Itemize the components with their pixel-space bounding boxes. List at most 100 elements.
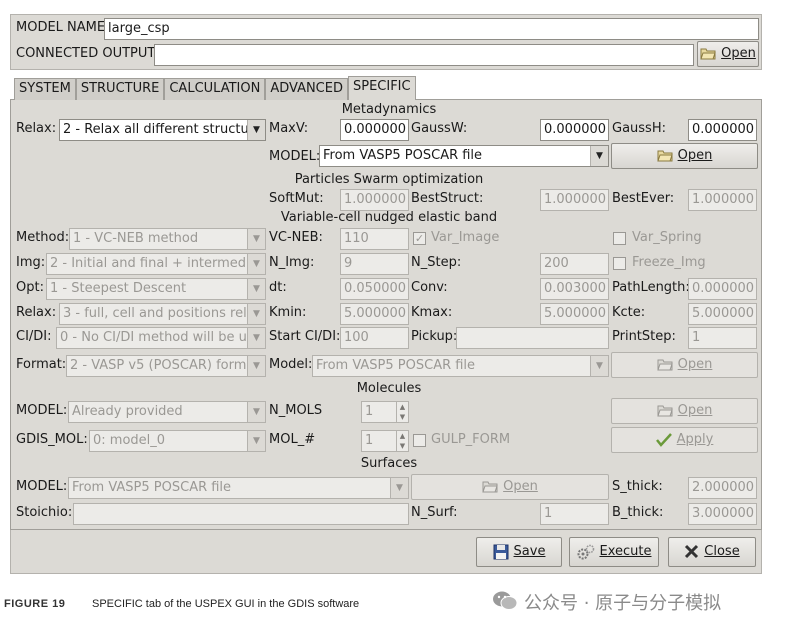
figure-number: FIGURE 19 — [4, 598, 66, 610]
tab-advanced[interactable]: ADVANCED — [265, 78, 348, 100]
bestever-label: BestEver: — [612, 191, 675, 206]
folder-open-icon — [482, 481, 498, 493]
pathlength-input[interactable]: 0.000000 — [688, 278, 757, 300]
nimg-input[interactable]: 9 — [340, 253, 409, 275]
nsurf-label: N_Surf: — [411, 505, 458, 520]
mol-num-spinner[interactable]: 1 ▲ ▼ — [361, 430, 409, 452]
surf-model-label: MODEL: — [16, 479, 68, 494]
gdis-mol-label: GDIS_MOL: — [16, 432, 88, 447]
start-cidi-input[interactable]: 100 — [340, 327, 409, 349]
bestever-input[interactable]: 1.000000 — [688, 189, 757, 211]
figure-caption: SPECIFIC tab of the USPEX GUI in the GDI… — [92, 598, 360, 610]
opt-label: Opt: — [16, 280, 44, 295]
opt-select[interactable]: 1 - Steepest Descent ▼ — [46, 278, 266, 300]
gulp-form-checkbox[interactable] — [413, 434, 426, 447]
chevron-down-icon: ▼ — [247, 356, 265, 376]
beststruct-label: BestStruct: — [411, 191, 484, 206]
tab-structure[interactable]: STRUCTURE — [75, 78, 165, 100]
apply-button[interactable]: Apply — [611, 427, 758, 453]
vcneb-label: VC-NEB: — [269, 230, 323, 245]
gaussh-label: GaussH: — [612, 121, 666, 136]
kmin-input[interactable]: 5.000000 — [340, 303, 409, 325]
stoichio-label: Stoichio: — [16, 505, 73, 520]
freeze-img-checkbox[interactable] — [613, 257, 626, 270]
softmut-input[interactable]: 1.000000 — [340, 189, 409, 211]
stoichio-input[interactable] — [73, 503, 409, 525]
model-name-input[interactable]: large_csp — [104, 18, 759, 40]
meta-relax-select[interactable]: 2 - Relax all different structures ▼ — [59, 119, 266, 141]
chevron-down-icon: ▼ — [247, 431, 265, 451]
connected-output-input[interactable] — [154, 44, 694, 66]
vcneb-heading: Variable-cell nudged elastic band — [280, 210, 498, 225]
var-spring-label: Var_Spring — [632, 230, 702, 245]
gaussh-input[interactable]: 0.000000 — [688, 119, 757, 141]
printstep-input[interactable]: 1 — [688, 327, 757, 349]
conv-input[interactable]: 0.003000 — [540, 278, 609, 300]
kcte-input[interactable]: 5.000000 — [688, 303, 757, 325]
neb-model-select[interactable]: From VASP5 POSCAR file ▼ — [312, 355, 609, 377]
spin-arrows-icon: ▲ ▼ — [396, 431, 408, 451]
cidi-label: CI/DI: — [16, 329, 52, 344]
save-button[interactable]: Save — [476, 537, 562, 567]
nmols-spinner[interactable]: 1 ▲ ▼ — [361, 401, 409, 423]
vcneb-input[interactable]: 110 — [340, 228, 409, 250]
connected-output-label: CONNECTED OUTPUT — [16, 46, 156, 61]
dt-input[interactable]: 0.050000 — [340, 278, 409, 300]
nsurf-input[interactable]: 1 — [540, 503, 609, 525]
tab-specific[interactable]: SPECIFIC — [347, 76, 416, 100]
neb-open-button[interactable]: Open — [611, 352, 758, 378]
meta-open-button[interactable]: Open — [611, 143, 758, 169]
watermark-text: 公众号 · 原子与分子模拟 — [524, 593, 722, 614]
method-select[interactable]: 1 - VC-NEB method ▼ — [69, 228, 266, 250]
img-select[interactable]: 2 - Initial and final + intermediate ▼ — [46, 253, 266, 275]
mol-open-button[interactable]: Open — [611, 398, 758, 424]
gdis-mol-select[interactable]: 0: model_0 ▼ — [89, 430, 266, 452]
surf-model-select[interactable]: From VASP5 POSCAR file ▼ — [68, 477, 409, 499]
meta-model-label: MODEL: — [269, 149, 321, 164]
chevron-down-icon: ▼ — [247, 120, 265, 140]
kmin-label: Kmin: — [269, 305, 307, 320]
neb-relax-select[interactable]: 3 - full, cell and positions relaxed ▼ — [59, 303, 266, 325]
surf-open-button[interactable]: Open — [411, 474, 609, 500]
chevron-down-icon: ▼ — [247, 279, 265, 299]
tab-system[interactable]: SYSTEM — [14, 78, 76, 100]
checkmark-icon — [655, 432, 672, 447]
beststruct-input[interactable]: 1.000000 — [540, 189, 609, 211]
cidi-select[interactable]: 0 - No CI/DI method will be used ▼ — [56, 327, 266, 349]
open-label: Open — [721, 46, 756, 61]
chevron-down-icon: ▼ — [247, 254, 265, 274]
sthick-input[interactable]: 2.000000 — [688, 477, 757, 499]
nimg-label: N_Img: — [269, 255, 315, 270]
dt-label: dt: — [269, 280, 287, 295]
tab-calculation[interactable]: CALCULATION — [164, 78, 266, 100]
mol-model-select[interactable]: Already provided ▼ — [68, 401, 266, 423]
var-image-checkbox[interactable]: ✓ — [413, 232, 426, 245]
maxv-label: MaxV: — [269, 121, 309, 136]
meta-relax-label: Relax: — [16, 121, 57, 136]
gaussw-input[interactable]: 0.000000 — [540, 119, 609, 141]
maxv-input[interactable]: 0.000000 — [340, 119, 409, 141]
pathlength-label: PathLength: — [612, 280, 690, 295]
bthick-input[interactable]: 3.000000 — [688, 503, 757, 525]
softmut-label: SoftMut: — [269, 191, 324, 206]
var-spring-checkbox[interactable] — [613, 232, 626, 245]
molecules-heading: Molecules — [356, 381, 422, 396]
neb-model-label: Model: — [269, 357, 313, 372]
folder-open-icon — [656, 150, 673, 162]
format-select[interactable]: 2 - VASP v5 (POSCAR) format ▼ — [66, 355, 266, 377]
start-cidi-label: Start CI/DI: — [269, 329, 341, 344]
neb-relax-label: Relax: — [16, 305, 57, 320]
kmax-input[interactable]: 5.000000 — [540, 303, 609, 325]
pickup-input[interactable] — [456, 327, 609, 349]
meta-model-select[interactable]: From VASP5 POSCAR file ▼ — [319, 145, 609, 167]
sthick-label: S_thick: — [612, 479, 663, 494]
folder-open-icon — [700, 48, 716, 60]
close-button[interactable]: Close — [668, 537, 756, 567]
connected-output-open-button[interactable]: Open — [697, 41, 759, 67]
spin-arrows-icon: ▲ ▼ — [396, 402, 408, 422]
chevron-down-icon: ▼ — [247, 229, 265, 249]
chevron-down-icon: ▼ — [590, 356, 608, 376]
model-name-label: MODEL NAME — [16, 20, 106, 35]
execute-button[interactable]: Execute — [569, 537, 659, 567]
nstep-input[interactable]: 200 — [540, 253, 609, 275]
